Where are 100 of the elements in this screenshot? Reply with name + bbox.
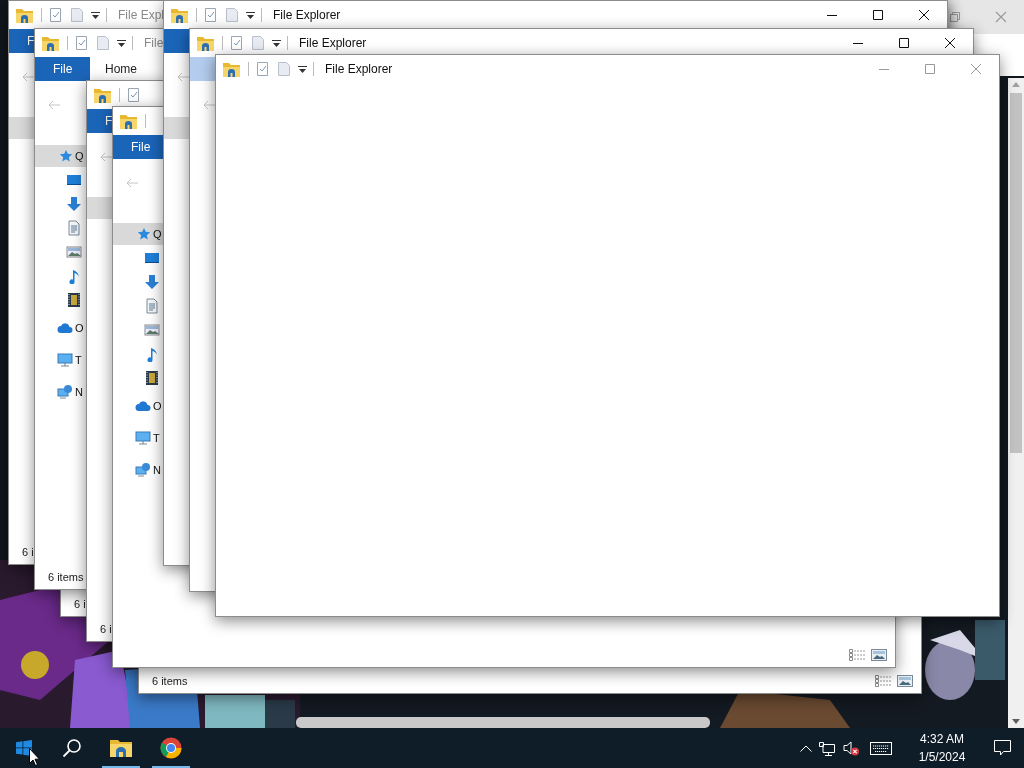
dropdown-icon[interactable] bbox=[272, 39, 281, 47]
close-icon[interactable] bbox=[995, 11, 1007, 23]
nav-item[interactable]: T bbox=[113, 422, 164, 454]
back-arrow-icon[interactable] bbox=[48, 100, 60, 110]
folder-icon[interactable] bbox=[16, 7, 33, 23]
back-arrow-icon[interactable] bbox=[177, 72, 189, 82]
file-tab[interactable]: F bbox=[87, 109, 113, 133]
picture-icon bbox=[144, 322, 160, 338]
maximize-icon bbox=[873, 10, 883, 20]
window-title: File Explorer bbox=[273, 7, 341, 24]
check-document-icon[interactable] bbox=[205, 8, 216, 22]
speech-bubble-icon bbox=[993, 740, 1011, 756]
file-tab[interactable]: F bbox=[9, 29, 35, 53]
folder-icon[interactable] bbox=[42, 35, 59, 51]
search-icon bbox=[62, 738, 82, 758]
monitor-icon bbox=[144, 250, 160, 266]
nav-item[interactable]: T bbox=[35, 344, 87, 376]
document-icon bbox=[66, 220, 82, 236]
status-text: 6 items bbox=[152, 673, 188, 689]
folder-icon[interactable] bbox=[197, 35, 214, 51]
dropdown-icon[interactable] bbox=[117, 39, 126, 47]
nav-item[interactable]: O bbox=[35, 312, 87, 344]
cloud-icon bbox=[135, 398, 151, 414]
nav-item[interactable]: N bbox=[113, 454, 164, 486]
folder-icon[interactable] bbox=[171, 7, 188, 23]
clock-time: 4:32 AM bbox=[920, 731, 964, 748]
chrome-icon bbox=[160, 737, 182, 759]
scroll-thumb[interactable] bbox=[1010, 93, 1022, 453]
check-document-icon[interactable] bbox=[257, 62, 268, 76]
folder-icon bbox=[110, 737, 132, 759]
back-arrow-icon[interactable] bbox=[100, 152, 112, 162]
back-arrow-icon[interactable] bbox=[22, 72, 34, 82]
window-title: File bbox=[144, 35, 164, 52]
music-note-icon bbox=[66, 268, 82, 284]
file-tab[interactable] bbox=[190, 57, 216, 81]
blank-document-icon[interactable] bbox=[71, 8, 83, 22]
dropdown-icon[interactable] bbox=[246, 11, 255, 19]
monitor-icon bbox=[66, 172, 82, 188]
blank-document-icon[interactable] bbox=[278, 62, 290, 76]
details-view-icon[interactable] bbox=[875, 675, 891, 687]
nav-item[interactable]: Q bbox=[35, 145, 87, 167]
computer-icon bbox=[57, 352, 73, 368]
nav-item[interactable]: N bbox=[35, 376, 87, 408]
folder-icon[interactable] bbox=[120, 113, 137, 129]
scroll-up-icon[interactable] bbox=[1012, 82, 1020, 87]
speaker-icon[interactable] bbox=[843, 740, 859, 756]
picture-icon bbox=[66, 244, 82, 260]
window-title: File Explorer bbox=[325, 61, 393, 78]
check-document-icon[interactable] bbox=[231, 36, 242, 50]
folder-icon[interactable] bbox=[223, 61, 240, 77]
close-icon bbox=[945, 38, 955, 48]
down-arrow-icon bbox=[66, 196, 82, 212]
file-tab[interactable]: File bbox=[113, 135, 164, 159]
dropdown-icon[interactable] bbox=[298, 65, 307, 73]
music-note-icon bbox=[144, 346, 160, 362]
windows-logo-icon bbox=[16, 740, 32, 756]
check-document-icon[interactable] bbox=[76, 36, 87, 50]
large-icons-view-icon[interactable] bbox=[871, 649, 887, 661]
status-text: 6 i bbox=[22, 544, 34, 560]
status-text: 6 i bbox=[74, 596, 86, 612]
nav-item[interactable]: Q bbox=[113, 223, 164, 245]
details-view-icon[interactable] bbox=[849, 649, 865, 661]
chevron-up-icon bbox=[800, 744, 812, 752]
scrollbar[interactable] bbox=[1008, 78, 1024, 728]
window-title: File Expl bbox=[118, 7, 164, 24]
folder-icon[interactable] bbox=[94, 87, 111, 103]
window-title: File Explorer bbox=[299, 35, 367, 52]
close-icon bbox=[971, 64, 981, 74]
back-arrow-icon[interactable] bbox=[126, 178, 138, 188]
film-icon bbox=[66, 292, 82, 308]
restore-icon[interactable] bbox=[950, 12, 960, 22]
mouse-pointer-icon bbox=[29, 748, 40, 766]
nav-item[interactable]: O bbox=[113, 390, 164, 422]
blank-document-icon[interactable] bbox=[252, 36, 264, 50]
scroll-down-icon[interactable] bbox=[1012, 719, 1020, 724]
cloud-icon bbox=[57, 320, 73, 336]
clock[interactable]: 4:32 AM 1/5/2024 bbox=[904, 728, 980, 768]
dropdown-icon[interactable] bbox=[91, 11, 100, 19]
check-document-icon[interactable] bbox=[128, 88, 139, 102]
maximize-icon bbox=[925, 64, 935, 74]
down-arrow-icon bbox=[144, 274, 160, 290]
keyboard-icon[interactable] bbox=[870, 741, 892, 755]
blank-document-icon[interactable] bbox=[226, 8, 238, 22]
maximize-icon bbox=[899, 38, 909, 48]
network-icon bbox=[57, 384, 73, 400]
back-arrow-icon[interactable] bbox=[203, 100, 215, 110]
computer-icon bbox=[135, 430, 151, 446]
clock-date: 1/5/2024 bbox=[918, 749, 966, 766]
file-tab[interactable] bbox=[164, 29, 190, 53]
network-icon[interactable] bbox=[819, 740, 835, 756]
status-text: 6 items bbox=[48, 569, 84, 585]
file-tab[interactable]: File bbox=[35, 57, 90, 81]
network-icon bbox=[135, 462, 151, 478]
home-tab[interactable]: Home bbox=[105, 60, 137, 78]
status-text: 6 i bbox=[100, 621, 112, 637]
blank-document-icon[interactable] bbox=[97, 36, 109, 50]
document-icon bbox=[144, 298, 160, 314]
close-icon bbox=[919, 10, 929, 20]
large-icons-view-icon[interactable] bbox=[897, 675, 913, 687]
check-document-icon[interactable] bbox=[50, 8, 61, 22]
